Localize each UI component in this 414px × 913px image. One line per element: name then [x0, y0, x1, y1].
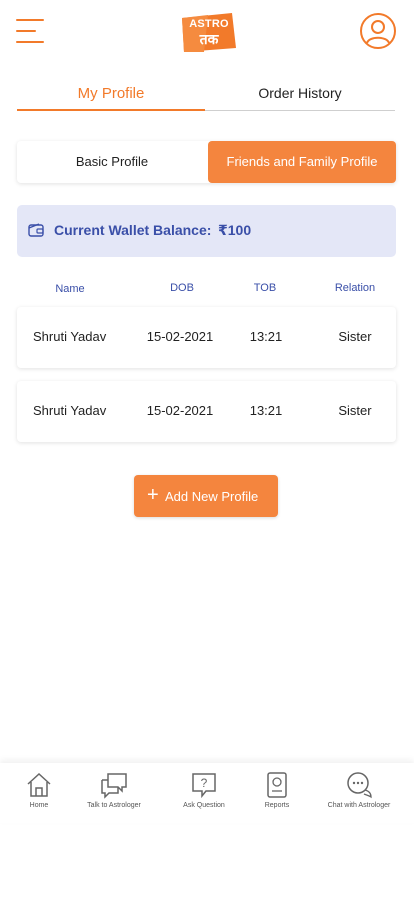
nav-ask-question[interactable]: ? Ask Question	[174, 763, 234, 823]
nav-home[interactable]: Home	[19, 763, 59, 823]
home-icon	[27, 772, 51, 797]
profile-relation: Sister	[338, 329, 372, 344]
app-header: ASTRO तक	[0, 0, 414, 66]
wallet-balance-amount: ₹100	[218, 222, 252, 238]
chat-bubbles-icon	[101, 773, 127, 799]
report-icon	[267, 772, 287, 798]
hamburger-icon[interactable]	[16, 18, 44, 44]
nav-talk-to-astrologer[interactable]: Talk to Astrologer	[79, 763, 149, 823]
profile-name: Shruti Yadav	[33, 403, 107, 418]
add-new-profile-button[interactable]: + Add New Profile	[134, 475, 278, 517]
question-icon: ?	[192, 773, 216, 799]
profile-dob: 15-02-2021	[146, 329, 214, 344]
profile-row[interactable]: Shruti Yadav 15-02-2021 13:21 Sister	[17, 307, 396, 368]
profile-tabs: My Profile Order History	[17, 80, 395, 111]
wallet-balance-card: Current Wallet Balance: ₹100	[17, 205, 396, 257]
profile-name: Shruti Yadav	[33, 329, 107, 344]
tab-my-profile[interactable]: My Profile	[17, 80, 205, 111]
profile-dob: 15-02-2021	[146, 403, 214, 418]
wallet-balance-label: Current Wallet Balance:	[54, 222, 212, 238]
add-new-profile-label: Add New Profile	[165, 489, 259, 504]
profile-row[interactable]: Shruti Yadav 15-02-2021 13:21 Sister	[17, 381, 396, 442]
column-header-relation: Relation	[334, 282, 376, 294]
column-header-dob: DOB	[170, 282, 194, 294]
nav-chat-with-astrologer[interactable]: Chat with Astrologer	[318, 763, 400, 823]
tab-order-history[interactable]: Order History	[205, 80, 395, 111]
svg-text:?: ?	[201, 776, 208, 790]
nav-ask-label: Ask Question	[183, 802, 225, 809]
plus-icon: +	[147, 484, 159, 506]
nav-reports[interactable]: Reports	[257, 763, 297, 823]
column-header-name: Name	[55, 283, 85, 295]
nav-chat-label: Chat with Astrologer	[327, 802, 391, 809]
profile-relation: Sister	[338, 403, 372, 418]
user-circle-icon[interactable]	[359, 12, 397, 50]
profile-type-toggle: Basic Profile Friends and Family Profile	[17, 141, 396, 183]
profile-tob: 13:21	[249, 403, 283, 418]
wallet-icon	[28, 223, 44, 237]
basic-profile-button[interactable]: Basic Profile	[17, 141, 207, 183]
bottom-nav: Home Talk to Astrologer ? Ask Question R…	[0, 763, 414, 823]
chat-dots-icon	[347, 772, 372, 799]
profile-tob: 13:21	[249, 329, 283, 344]
astro-tak-logo[interactable]: ASTRO तक	[178, 12, 238, 52]
column-header-tob: TOB	[253, 282, 277, 294]
nav-reports-label: Reports	[264, 802, 290, 809]
nav-talk-label: Talk to Astrologer	[87, 802, 141, 809]
nav-home-label: Home	[29, 802, 49, 809]
friends-family-profile-button[interactable]: Friends and Family Profile	[208, 141, 396, 183]
